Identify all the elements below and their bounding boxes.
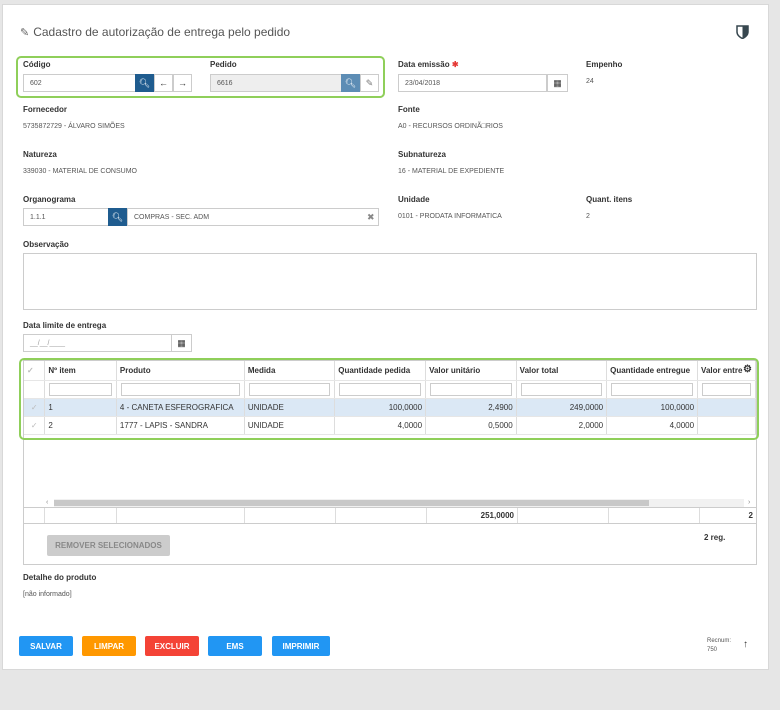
organograma-desc-input[interactable]: COMPRAS - SEC. ADM: [127, 208, 379, 226]
arrow-left-icon: ←: [159, 78, 168, 88]
arrow-right-icon: →: [178, 78, 187, 88]
search-icon: 🔍︎: [111, 211, 124, 222]
quant-itens-label: Quant. itens: [586, 195, 633, 204]
footer-cell: [336, 508, 427, 523]
footer-cell: [24, 508, 45, 523]
codigo-prev-button[interactable]: ←: [154, 74, 173, 92]
edit-icon: ✎: [20, 26, 30, 39]
clear-button[interactable]: LIMPAR: [82, 636, 136, 656]
unidade-value: 0101 - PRODATA INFORMATICA: [398, 213, 502, 220]
grid-highlight: [19, 358, 759, 440]
page-title: ✎ Cadastro de autorização de entrega pel…: [20, 25, 290, 39]
required-asterisk: ✱: [451, 60, 459, 69]
scroll-left-arrow[interactable]: ‹: [46, 499, 48, 506]
footer-cell: [518, 508, 609, 523]
fonte-label: Fonte: [398, 105, 420, 114]
observacao-textarea[interactable]: [23, 253, 757, 310]
recnum-value: 750: [707, 647, 718, 653]
footer-cell: [117, 508, 245, 523]
data-emissao-calendar-button[interactable]: ▦: [547, 74, 568, 92]
natureza-label: Natureza: [23, 150, 57, 159]
data-limite-input[interactable]: __/__/____: [23, 334, 172, 352]
shield-icon[interactable]: [736, 25, 749, 41]
pedido-search-button[interactable]: 🔍︎: [341, 74, 360, 92]
scroll-right-arrow[interactable]: ›: [748, 499, 750, 506]
natureza-value: 339030 - MATERIAL DE CONSUMO: [23, 168, 137, 175]
pedido-label: Pedido: [210, 60, 237, 69]
data-emissao-input[interactable]: 23/04/2018: [398, 74, 547, 92]
organograma-search-button[interactable]: 🔍︎: [108, 208, 127, 226]
codigo-search-button[interactable]: 🔍︎: [135, 74, 154, 92]
pedido-input[interactable]: 6616: [210, 74, 342, 92]
codigo-next-button[interactable]: →: [173, 74, 192, 92]
search-icon: 🔍︎: [138, 77, 151, 88]
calendar-icon: ▦: [177, 337, 186, 348]
calendar-icon: ▦: [553, 77, 562, 88]
pedido-edit-button[interactable]: ✎: [360, 74, 379, 92]
organograma-label: Organograma: [23, 195, 76, 204]
subnatureza-value: 16 - MATERIAL DE EXPEDIENTE: [398, 168, 505, 175]
unidade-label: Unidade: [398, 195, 430, 204]
detalhe-produto-label: Detalhe do produto: [23, 573, 97, 582]
data-limite-calendar-button[interactable]: ▦: [171, 334, 192, 352]
fonte-value: A0 - RECURSOS ORDINÃ□RIOS: [398, 123, 503, 130]
empenho-value: 24: [586, 78, 594, 85]
horizontal-scrollbar[interactable]: [54, 499, 744, 507]
footer-cell: [45, 508, 117, 523]
subnatureza-label: Subnatureza: [398, 150, 447, 159]
footer-cell: [245, 508, 336, 523]
grid-footer-row: 251,0000 2: [24, 507, 756, 524]
ems-button[interactable]: EMS: [208, 636, 262, 656]
footer-last-value: 2: [748, 511, 753, 520]
data-limite-label: Data limite de entrega: [23, 321, 107, 330]
quant-itens-value: 2: [586, 213, 590, 220]
print-button[interactable]: IMPRIMIR: [272, 636, 330, 656]
form-panel: ✎ Cadastro de autorização de entrega pel…: [2, 4, 769, 670]
detalhe-produto-value: [não informado]: [23, 591, 72, 598]
observacao-label: Observação: [23, 240, 69, 249]
page-title-text: Cadastro de autorização de entrega pelo …: [33, 25, 291, 39]
pencil-icon: ✎: [365, 77, 374, 88]
empenho-label: Empenho: [586, 60, 623, 69]
footer-cell: [609, 508, 700, 523]
fornecedor-value: 5735872729 - ÁLVARO SIMÕES: [23, 123, 125, 130]
organograma-code-input[interactable]: 1.1.1: [23, 208, 109, 226]
search-icon: 🔍︎: [344, 77, 357, 88]
scrollbar-thumb[interactable]: [54, 500, 649, 506]
save-button[interactable]: SALVAR: [19, 636, 73, 656]
remove-selected-button[interactable]: REMOVER SELECIONADOS: [47, 535, 170, 556]
codigo-input[interactable]: 602: [23, 74, 136, 92]
recnum-label: Recnum:: [707, 638, 732, 644]
organograma-clear-icon[interactable]: ✖: [367, 212, 375, 223]
data-emissao-label-text: Data emissão: [398, 60, 450, 69]
footer-total-valor: 251,0000: [427, 508, 518, 523]
fornecedor-label: Fornecedor: [23, 105, 68, 114]
delete-button[interactable]: EXCLUIR: [145, 636, 199, 656]
record-count: 2 reg.: [704, 533, 726, 542]
scroll-top-arrow-icon[interactable]: ↑: [743, 639, 748, 650]
data-emissao-label: Data emissão ✱: [398, 60, 459, 69]
codigo-label: Código: [23, 60, 51, 69]
